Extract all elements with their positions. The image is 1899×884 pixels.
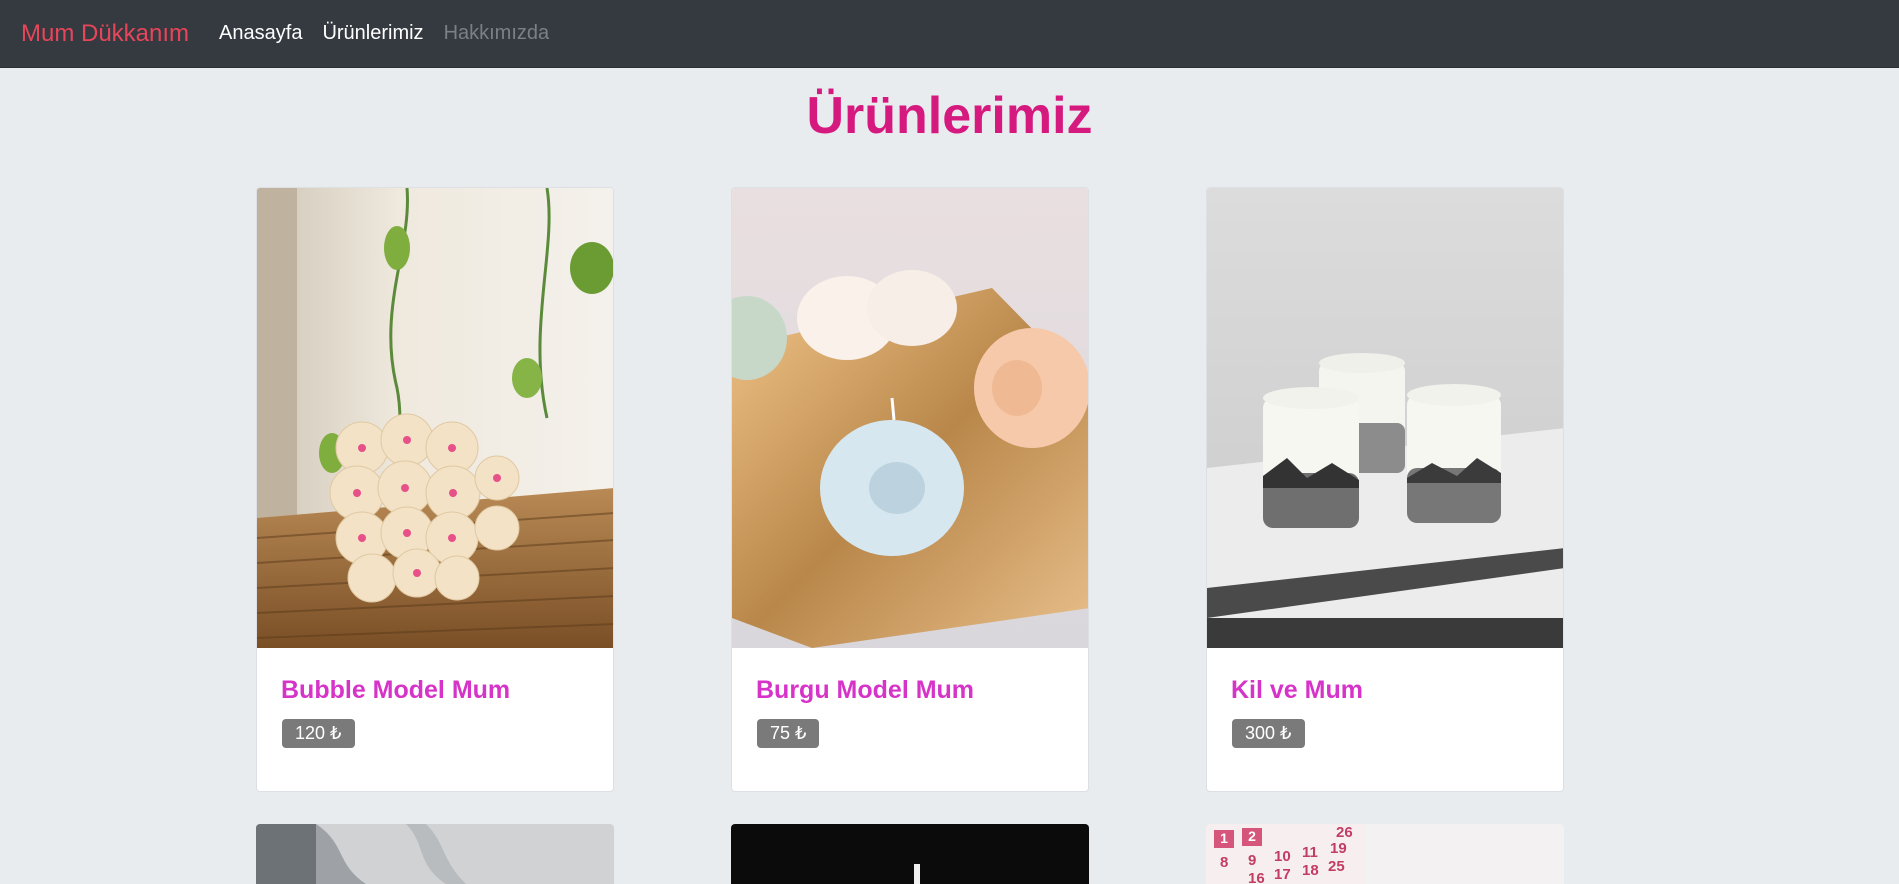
calendar-page: 1 2 8 9 10 11 16 17 18 19 25 26 bbox=[1206, 824, 1366, 884]
calendar-day: 10 bbox=[1274, 848, 1291, 865]
calendar-day: 9 bbox=[1248, 852, 1257, 869]
product-title[interactable]: Bubble Model Mum bbox=[281, 658, 510, 705]
white-fabric-photo[interactable] bbox=[256, 824, 614, 884]
product-title[interactable]: Kil ve Mum bbox=[1231, 658, 1363, 705]
price-badge: 300 ₺ bbox=[1232, 719, 1305, 748]
nav-link-hakkimizda[interactable]: Hakkımızda bbox=[444, 22, 550, 45]
product-card-kil[interactable]: Kil ve Mum 300 ₺ bbox=[1206, 187, 1564, 792]
calendar-day: 1 bbox=[1214, 830, 1234, 848]
bubble-candle-photo[interactable] bbox=[257, 188, 614, 648]
price-badge: 120 ₺ bbox=[282, 719, 355, 748]
calendar-day: 17 bbox=[1274, 866, 1291, 883]
calendar-day: 16 bbox=[1248, 870, 1265, 884]
product-card-bubble[interactable]: Bubble Model Mum 120 ₺ bbox=[256, 187, 614, 792]
dark-candle-photo[interactable] bbox=[731, 824, 1089, 884]
page-title: Ürünlerimiz bbox=[806, 87, 1093, 145]
price-badge: 75 ₺ bbox=[757, 719, 820, 748]
calendar-day: 26 bbox=[1336, 824, 1353, 841]
brand-link[interactable]: Mum Dükkanım bbox=[21, 20, 189, 48]
calendar-day: 11 bbox=[1302, 844, 1318, 861]
calendar-day: 18 bbox=[1302, 862, 1319, 879]
calendar-day: 25 bbox=[1328, 858, 1345, 875]
product-title[interactable]: Burgu Model Mum bbox=[756, 658, 974, 705]
concrete-candle-photo[interactable] bbox=[1207, 188, 1564, 648]
calendar-day: 2 bbox=[1242, 828, 1262, 846]
nav-link-anasayfa[interactable]: Anasayfa bbox=[219, 22, 302, 45]
calendar-day: 19 bbox=[1330, 840, 1347, 857]
calendar-photo[interactable]: 1 2 8 9 10 11 16 17 18 19 25 26 bbox=[1206, 824, 1564, 884]
navbar: Mum Dükkanım Anasayfa Ürünlerimiz Hakkım… bbox=[0, 0, 1899, 68]
product-card-burgu[interactable]: Burgu Model Mum 75 ₺ bbox=[731, 187, 1089, 792]
calendar-day: 8 bbox=[1220, 854, 1229, 871]
knot-candle-photo[interactable] bbox=[732, 188, 1089, 648]
nav-link-urunlerimiz[interactable]: Ürünlerimiz bbox=[322, 22, 423, 45]
